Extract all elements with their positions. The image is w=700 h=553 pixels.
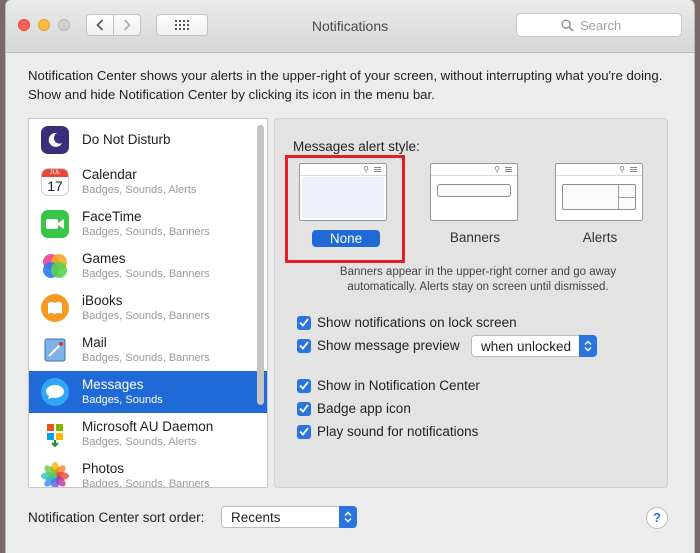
badge-checkbox[interactable] <box>297 401 311 416</box>
sound-checkbox[interactable] <box>297 424 311 439</box>
preview-label: Show message preview <box>317 338 460 353</box>
app-name: Messages <box>82 376 144 392</box>
app-name: Calendar <box>82 166 137 182</box>
preview-select[interactable]: when unlocked <box>471 335 597 357</box>
app-alert-summary: Badges, Sounds, Alerts <box>82 183 197 196</box>
updown-arrows-icon <box>579 335 597 357</box>
mail-icon <box>41 336 69 364</box>
app-list[interactable]: Do Not Disturb JUL 17 Calendar Badges, S… <box>28 118 268 488</box>
notification-center-label: Show in Notification Center <box>317 378 480 393</box>
sort-order-select[interactable]: Recents <box>221 506 357 528</box>
calendar-day: 17 <box>47 178 63 194</box>
list-item-ibooks[interactable]: iBooks Badges, Sounds, Banners <box>29 287 267 329</box>
lock-screen-checkbox[interactable] <box>297 315 311 330</box>
search-placeholder: Search <box>580 17 622 33</box>
search-icon <box>561 18 574 32</box>
calendar-icon: JUL 17 <box>41 168 69 196</box>
lock-screen-option[interactable]: Show notifications on lock screen <box>297 315 517 330</box>
list-item-mail[interactable]: Mail Badges, Sounds, Banners <box>29 329 267 371</box>
sound-option[interactable]: Play sound for notifications <box>297 424 478 439</box>
sound-label: Play sound for notifications <box>317 424 479 439</box>
list-item-games[interactable]: Games Badges, Sounds, Banners <box>29 245 267 287</box>
list-icon <box>630 167 637 173</box>
app-settings-panel: Messages alert style: ⚲ None ⚲ Banners ⚲… <box>274 118 668 488</box>
banners-style-thumbnail[interactable]: ⚲ <box>430 163 518 221</box>
app-alert-summary: Badges, Sounds, Banners <box>82 477 210 488</box>
facetime-icon <box>41 210 69 238</box>
microsoft-au-icon <box>41 420 69 448</box>
alerts-style-thumbnail[interactable]: ⚲ <box>555 163 643 221</box>
ibooks-icon <box>41 294 69 322</box>
moon-icon <box>41 126 69 154</box>
app-alert-summary: Badges, Sounds <box>82 393 163 406</box>
preview-checkbox[interactable] <box>297 338 311 353</box>
app-name: Games <box>82 250 126 266</box>
lock-screen-label: Show notifications on lock screen <box>317 315 517 330</box>
app-alert-summary: Badges, Sounds, Banners <box>82 225 210 238</box>
app-alert-summary: Badges, Sounds, Banners <box>82 351 210 364</box>
badge-option[interactable]: Badge app icon <box>297 401 411 416</box>
preferences-window: Notifications Search Notification Center… <box>6 0 694 553</box>
checkmark-icon <box>299 404 309 413</box>
sort-order-value: Recents <box>231 509 281 525</box>
alert-style-note: Banners appear in the upper-right corner… <box>339 266 617 293</box>
checkmark-icon <box>299 318 309 327</box>
notification-center-option[interactable]: Show in Notification Center <box>297 378 480 393</box>
preview-select-value: when unlocked <box>481 338 572 354</box>
messages-icon <box>41 378 69 406</box>
games-icon <box>41 252 69 280</box>
list-item-photos[interactable]: Photos Badges, Sounds, Banners <box>29 455 267 488</box>
updown-arrows-icon <box>339 506 357 528</box>
help-button[interactable]: ? <box>646 507 668 529</box>
alert-style-banners[interactable]: ⚲ Banners <box>430 163 520 245</box>
app-alert-summary: Badges, Sounds, Banners <box>82 309 210 322</box>
list-item-do-not-disturb[interactable]: Do Not Disturb <box>29 119 267 161</box>
search-icon: ⚲ <box>494 165 500 174</box>
checkmark-icon <box>299 341 309 350</box>
list-item-facetime[interactable]: FaceTime Badges, Sounds, Banners <box>29 203 267 245</box>
list-icon <box>505 167 512 173</box>
app-name: Mail <box>82 334 107 350</box>
app-name: Microsoft AU Daemon <box>82 418 214 434</box>
alert-style-title: Messages alert style: <box>293 139 420 154</box>
preview-option[interactable]: Show message preview <box>297 338 460 353</box>
app-alert-summary: Badges, Sounds, Banners <box>82 267 210 280</box>
app-name: FaceTime <box>82 208 142 224</box>
alerts-style-label: Alerts <box>582 230 618 245</box>
notification-center-checkbox[interactable] <box>297 378 311 393</box>
banners-style-label: Banners <box>449 230 501 245</box>
badge-label: Badge app icon <box>317 401 411 416</box>
checkmark-icon <box>299 381 309 390</box>
app-name: Do Not Disturb <box>82 132 171 147</box>
photos-icon <box>41 462 69 487</box>
list-item-calendar[interactable]: JUL 17 Calendar Badges, Sounds, Alerts <box>29 161 267 203</box>
search-icon: ⚲ <box>619 165 625 174</box>
app-name: iBooks <box>82 292 123 308</box>
list-scrollbar[interactable] <box>257 125 264 405</box>
calendar-month: JUL <box>42 169 68 177</box>
highlight-annotation <box>285 155 405 263</box>
app-alert-summary: Badges, Sounds, Alerts <box>82 435 197 448</box>
sort-order-label: Notification Center sort order: <box>28 510 205 525</box>
alert-style-alerts[interactable]: ⚲ Alerts <box>555 163 645 245</box>
list-item-microsoft-au-daemon[interactable]: Microsoft AU Daemon Badges, Sounds, Aler… <box>29 413 267 455</box>
list-item-messages[interactable]: Messages Badges, Sounds <box>29 371 267 413</box>
checkmark-icon <box>299 427 309 436</box>
search-field[interactable]: Search <box>516 13 682 37</box>
description-text: Notification Center shows your alerts in… <box>28 68 663 102</box>
title-bar: Notifications Search <box>6 0 694 53</box>
app-name: Photos <box>82 460 125 476</box>
